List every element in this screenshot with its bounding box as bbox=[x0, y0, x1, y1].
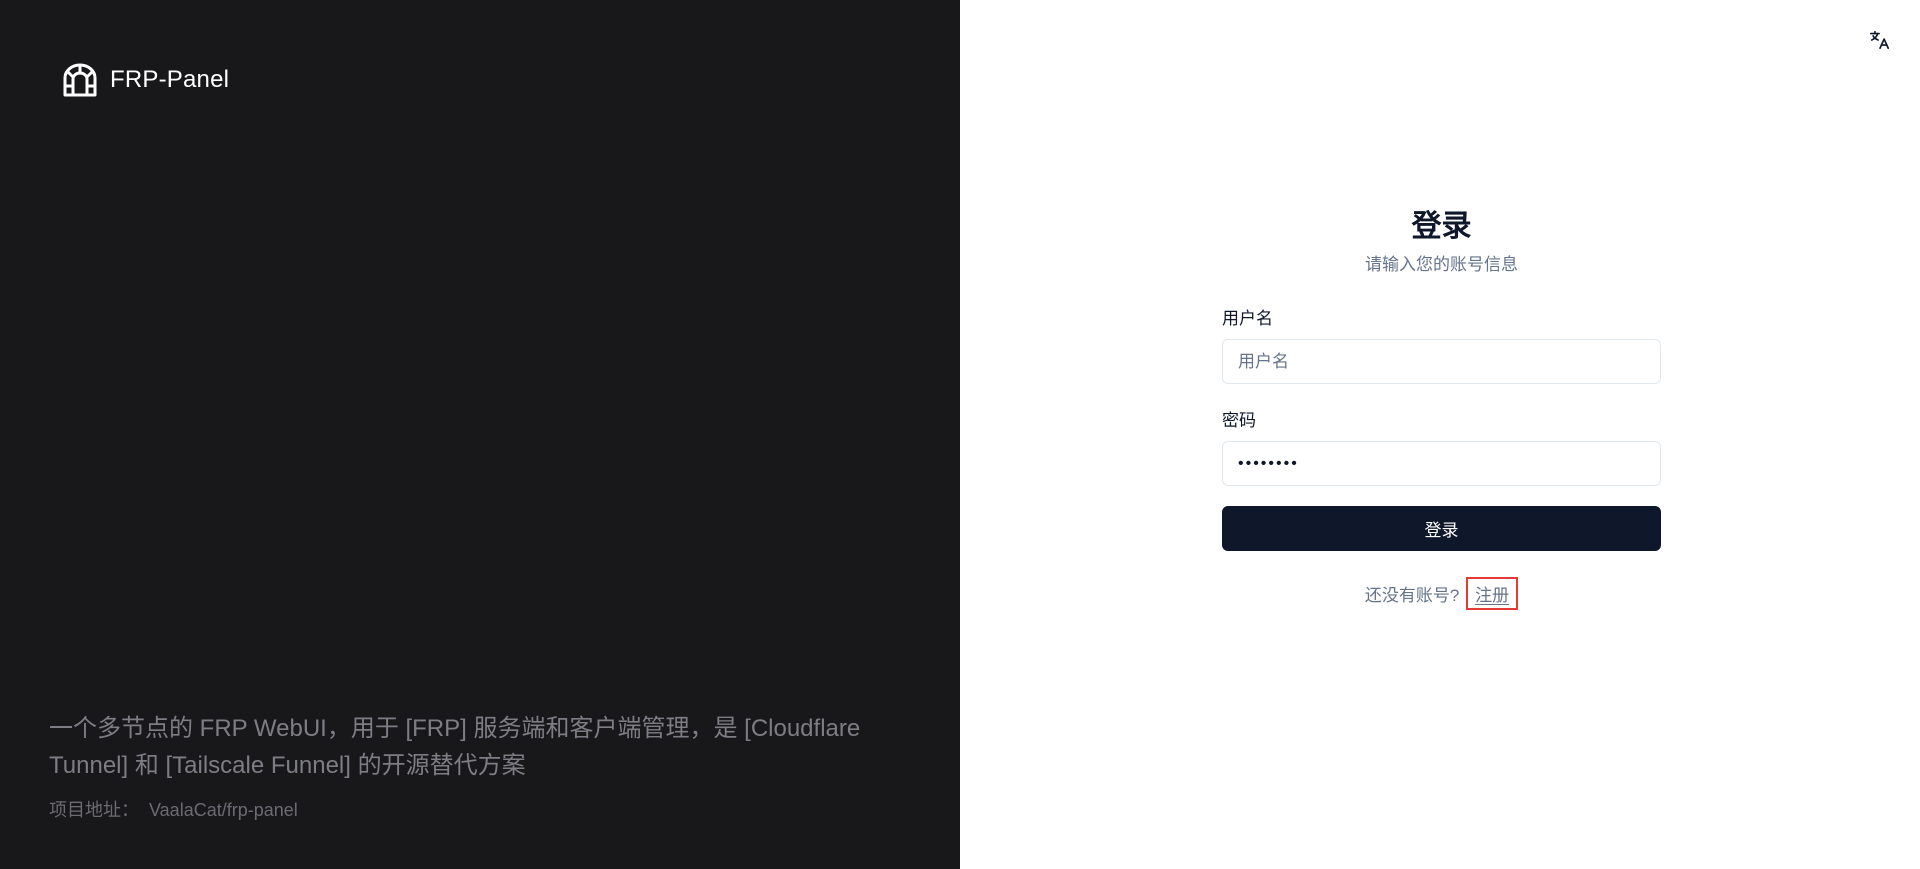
register-row: 还没有账号? 注册 bbox=[1222, 577, 1661, 610]
login-panel: 登录 请输入您的账号信息 用户名 密码 登录 还没有账号? 注册 bbox=[960, 0, 1920, 869]
project-address: 项目地址： VaalaCat/frp-panel bbox=[49, 796, 919, 822]
brand-name: FRP-Panel bbox=[110, 66, 230, 93]
register-link[interactable]: 注册 bbox=[1466, 577, 1519, 610]
translate-icon bbox=[1869, 29, 1891, 56]
brand: FRP-Panel bbox=[62, 62, 229, 98]
tunnel-icon bbox=[62, 62, 98, 98]
branding-panel: FRP-Panel 一个多节点的 FRP WebUI，用于 [FRP] 服务端和… bbox=[0, 0, 960, 869]
language-switch-button[interactable] bbox=[1866, 28, 1894, 56]
login-page: FRP-Panel 一个多节点的 FRP WebUI，用于 [FRP] 服务端和… bbox=[0, 0, 1920, 869]
tagline: 一个多节点的 FRP WebUI，用于 [FRP] 服务端和客户端管理，是 [C… bbox=[49, 715, 861, 779]
no-account-text: 还没有账号? bbox=[1364, 586, 1460, 605]
project-description: 一个多节点的 FRP WebUI，用于 [FRP] 服务端和客户端管理，是 [C… bbox=[49, 710, 919, 822]
password-label: 密码 bbox=[1222, 411, 1256, 430]
project-link[interactable]: VaalaCat/frp-panel bbox=[149, 800, 298, 820]
page-title: 登录 bbox=[1411, 210, 1472, 243]
password-field-group: 密码 bbox=[1222, 406, 1661, 486]
project-address-label: 项目地址： bbox=[49, 800, 139, 820]
login-button[interactable]: 登录 bbox=[1222, 506, 1661, 551]
username-input[interactable] bbox=[1222, 339, 1661, 384]
username-field-group: 用户名 bbox=[1222, 304, 1661, 384]
password-input[interactable] bbox=[1222, 441, 1661, 486]
username-label: 用户名 bbox=[1222, 309, 1273, 328]
login-form: 登录 请输入您的账号信息 用户名 密码 登录 还没有账号? 注册 bbox=[1222, 205, 1661, 610]
page-subtitle: 请输入您的账号信息 bbox=[1365, 255, 1518, 274]
